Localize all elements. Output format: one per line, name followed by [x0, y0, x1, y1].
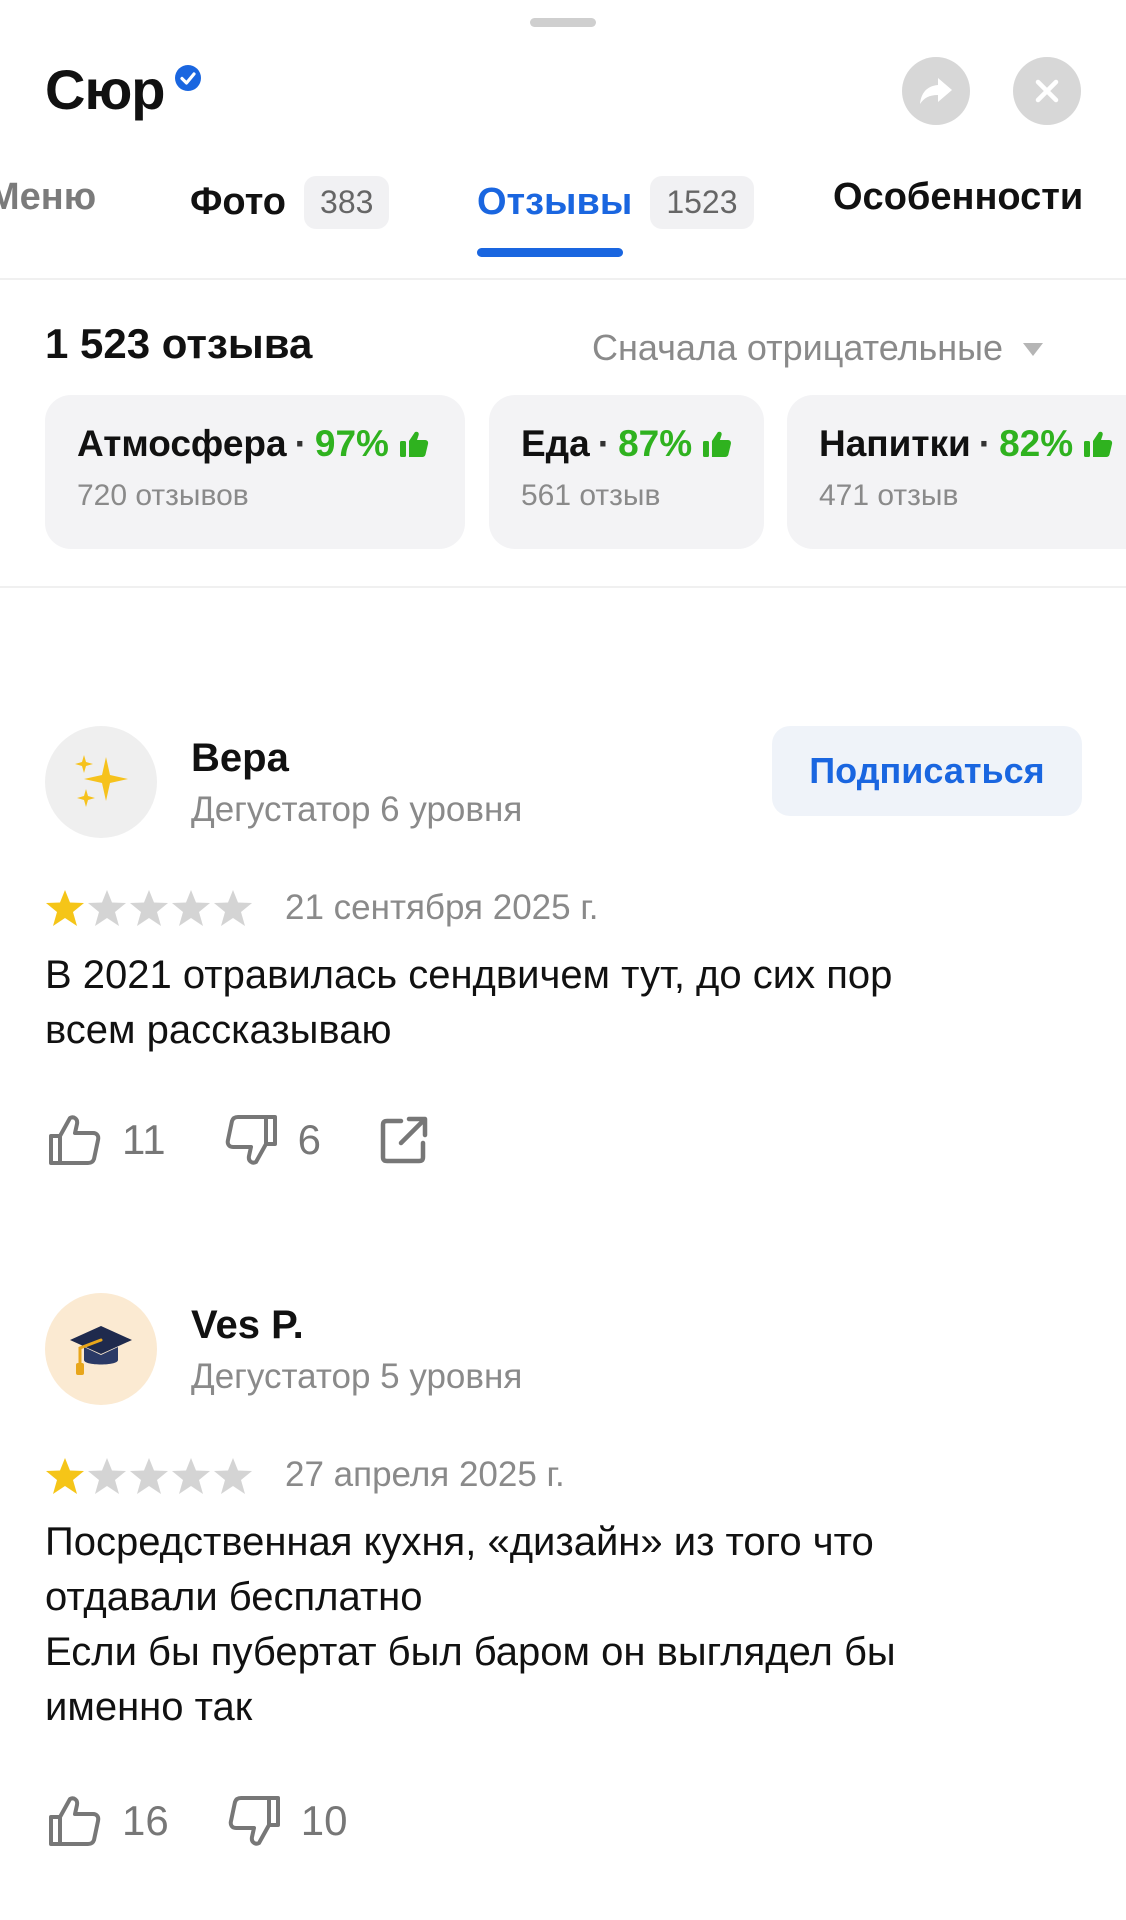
- tab-reviews[interactable]: Отзывы 1523: [477, 176, 754, 229]
- star-filled-icon: [46, 890, 84, 926]
- graduation-cap-icon: [70, 1326, 132, 1375]
- like-count: 16: [122, 1797, 169, 1844]
- tab-photo-count: 383: [304, 176, 390, 229]
- share-button[interactable]: [902, 57, 970, 125]
- review-author-level: Дегустатор 5 уровня: [191, 1357, 523, 1396]
- aspect-name: Атмосфера: [77, 423, 287, 464]
- star-filled-icon: [46, 1458, 84, 1494]
- review-actions: 16 10: [48, 1795, 405, 1847]
- separator-dot: ·: [978, 423, 992, 464]
- aspect-card-atmosphere[interactable]: Атмосфера · 97% 720 отзывов: [45, 395, 465, 549]
- review-author[interactable]: Ves P.: [191, 1303, 304, 1348]
- separator-dot: ·: [294, 423, 307, 464]
- tab-features-label: Особенности: [833, 176, 1084, 218]
- aspect-reviews: 720 отзывов: [77, 479, 249, 512]
- aspect-card-drinks[interactable]: Напитки · 82% 471 отзыв: [787, 395, 1126, 549]
- dislike-button[interactable]: 6: [224, 1114, 321, 1166]
- header: Сюр: [45, 58, 202, 122]
- star-empty-icon: [214, 890, 252, 926]
- star-empty-icon: [130, 1458, 168, 1494]
- aspect-card-food[interactable]: Еда · 87% 561 отзыв: [489, 395, 764, 549]
- dislike-count: 10: [300, 1797, 348, 1844]
- close-button[interactable]: [1013, 57, 1081, 125]
- chevron-down-icon: [1023, 342, 1044, 356]
- verified-check-icon: [175, 65, 202, 91]
- like-count: 11: [122, 1116, 166, 1163]
- star-empty-icon: [88, 1458, 126, 1494]
- aspect-percent: 97%: [314, 423, 389, 464]
- share-arrow-icon: [920, 78, 952, 104]
- tab-menu[interactable]: Меню: [0, 176, 96, 219]
- tab-reviews-count: 1523: [650, 176, 754, 229]
- review-author-level: Дегустатор 6 уровня: [191, 790, 523, 829]
- thumbs-down-icon: [228, 1796, 280, 1846]
- thumbs-up-icon: [1084, 431, 1113, 457]
- tab-photo[interactable]: Фото 383: [190, 176, 390, 229]
- tab-menu-label: Меню: [0, 176, 97, 218]
- aspect-reviews: 561 отзыв: [521, 479, 661, 512]
- separator-dot: ·: [597, 423, 611, 464]
- review-text: В 2021 отравилась сендвичем тут, до сих …: [45, 953, 893, 1052]
- thumbs-up-icon: [703, 431, 732, 457]
- sheet-grabber[interactable]: [530, 18, 596, 27]
- rating-stars: [45, 1457, 255, 1495]
- review-date: 21 сентября 2025 г.: [285, 888, 599, 927]
- close-icon: [1035, 79, 1059, 103]
- dislike-button[interactable]: 10: [227, 1795, 348, 1847]
- like-button[interactable]: 11: [48, 1114, 166, 1166]
- subscribe-button[interactable]: Подписаться: [772, 726, 1082, 816]
- tab-photo-label: Фото: [190, 181, 287, 223]
- thumbs-up-icon: [399, 431, 429, 457]
- sparkles-icon: [75, 755, 128, 807]
- aspect-percent: 82%: [999, 423, 1074, 464]
- thumbs-up-icon: [49, 1115, 101, 1165]
- reviews-count-heading: 1 523 отзыва: [45, 320, 313, 367]
- share-review-button[interactable]: [379, 1115, 429, 1165]
- sort-label: Сначала отрицательные: [592, 327, 1004, 368]
- aspect-name: Напитки: [819, 423, 971, 464]
- sort-dropdown[interactable]: Сначала отрицательные: [592, 327, 1044, 369]
- review-date: 27 апреля 2025 г.: [285, 1455, 565, 1494]
- review-author[interactable]: Вера: [191, 736, 289, 781]
- thumbs-down-icon: [225, 1115, 277, 1165]
- section-divider: [0, 586, 1126, 588]
- star-empty-icon: [88, 890, 126, 926]
- tab-bar: Меню Фото 383 Отзывы 1523 Особенности: [0, 170, 1126, 280]
- place-title: Сюр: [45, 58, 165, 121]
- aspect-reviews: 471 отзыв: [819, 479, 959, 512]
- review-actions: 11 6: [48, 1114, 487, 1166]
- review-text: Посредственная кухня, «дизайн» из того ч…: [45, 1520, 896, 1729]
- star-empty-icon: [172, 1458, 210, 1494]
- rating-stars: [45, 889, 255, 927]
- aspect-name: Еда: [521, 423, 590, 464]
- tab-reviews-label: Отзывы: [477, 181, 633, 223]
- thumbs-up-icon: [49, 1796, 101, 1846]
- external-share-icon: [380, 1116, 428, 1164]
- star-empty-icon: [214, 1458, 252, 1494]
- aspect-percent: 87%: [618, 423, 693, 464]
- place-card-sheet: Сюр Меню Фото 383 Отзывы 1523 Особенност…: [0, 0, 1126, 1920]
- active-tab-indicator: [477, 248, 623, 257]
- star-empty-icon: [172, 890, 210, 926]
- avatar[interactable]: [45, 1293, 157, 1405]
- star-empty-icon: [130, 890, 168, 926]
- tab-features[interactable]: Особенности: [833, 176, 1083, 219]
- avatar[interactable]: [45, 726, 157, 838]
- dislike-count: 6: [297, 1116, 321, 1163]
- like-button[interactable]: 16: [48, 1795, 169, 1847]
